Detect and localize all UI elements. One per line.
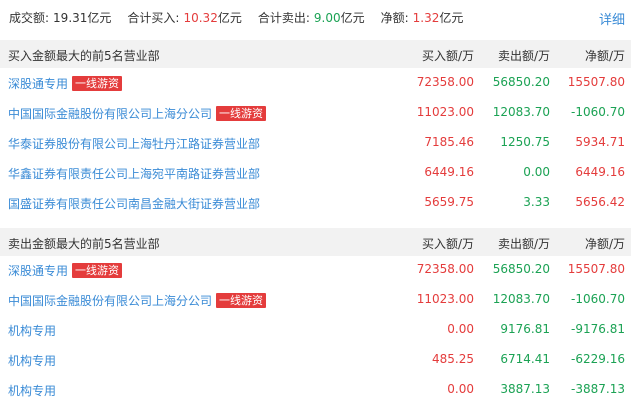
- net-amount-cell: 5656.42: [575, 195, 625, 209]
- table-row: 机构专用 0.00 3887.13 -3887.13: [0, 374, 631, 401]
- buy-amount-cell: 5659.75: [424, 195, 474, 209]
- turnover-value: 19.31: [53, 10, 88, 25]
- broker-name-link[interactable]: 深股通专用: [8, 262, 68, 279]
- buy-amount-cell: 72358.00: [416, 75, 474, 89]
- net-amount-cell: 6449.16: [575, 165, 625, 179]
- turnover-stat: 成交额: 19.31亿元: [9, 9, 111, 26]
- hot-money-badge: 一线游资: [72, 263, 123, 278]
- sell-amount-cell: 56850.20: [492, 75, 550, 89]
- sell-section-title: 卖出金额最大的前5名营业部: [8, 237, 160, 251]
- total-sell-label: 合计卖出:: [257, 10, 310, 25]
- buy-section-title: 买入金额最大的前5名营业部: [8, 49, 160, 63]
- broker-cell: 机构专用: [8, 352, 56, 369]
- turnover-unit: 亿元: [87, 10, 112, 25]
- net-amount-cell: 15507.80: [567, 75, 625, 89]
- broker-name-link[interactable]: 机构专用: [8, 352, 56, 369]
- table-row: 深股通专用 一线游资 72358.00 56850.20 15507.80: [0, 254, 631, 284]
- broker-name-link[interactable]: 国盛证券有限责任公司南昌金融大街证券营业部: [8, 195, 260, 212]
- total-sell-unit: 亿元: [340, 10, 365, 25]
- net-stat: 净额: 1.32亿元: [381, 9, 464, 26]
- net-amount-cell: -6229.16: [571, 352, 625, 366]
- net-amount-cell: -9176.81: [571, 322, 625, 336]
- broker-cell: 华泰证券股份有限公司上海牡丹江路证券营业部: [8, 135, 260, 152]
- sell-col-sell-header: 卖出额/万: [497, 237, 550, 251]
- table-row: 华鑫证券有限责任公司上海宛平南路证券营业部 6449.16 0.00 6449.16: [0, 157, 631, 187]
- sell-amount-cell: 12083.70: [492, 292, 550, 306]
- buy-amount-cell: 6449.16: [424, 165, 474, 179]
- buy-amount-cell: 485.25: [432, 352, 474, 366]
- summary-bar: 成交额: 19.31亿元 合计买入: 10.32亿元 合计卖出: 9.00亿元 净额:…: [0, 0, 631, 34]
- broker-name-link[interactable]: 中国国际金融股份有限公司上海分公司: [8, 292, 212, 309]
- table-row: 国盛证券有限责任公司南昌金融大街证券营业部 5659.75 3.33 5656.42: [0, 187, 631, 217]
- sell-amount-cell: 3887.13: [500, 382, 550, 396]
- broker-cell: 机构专用: [8, 322, 56, 339]
- table-row: 中国国际金融股份有限公司上海分公司 一线游资 11023.00 12083.70 -10…: [0, 284, 631, 314]
- net-amount-cell: -1060.70: [571, 105, 625, 119]
- sell-amount-cell: 56850.20: [492, 262, 550, 276]
- sell-amount-cell: 1250.75: [500, 135, 550, 149]
- broker-cell: 机构专用: [8, 382, 56, 399]
- broker-cell: 中国国际金融股份有限公司上海分公司 一线游资: [8, 105, 267, 122]
- buy-col-buy-header: 买入额/万: [421, 49, 474, 63]
- broker-name-link[interactable]: 中国国际金融股份有限公司上海分公司: [8, 105, 212, 122]
- broker-name-link[interactable]: 机构专用: [8, 322, 56, 339]
- total-buy-unit: 亿元: [217, 10, 242, 25]
- table-row: 中国国际金融股份有限公司上海分公司 一线游资 11023.00 12083.70 -10…: [0, 97, 631, 127]
- table-row: 深股通专用 一线游资 72358.00 56850.20 15507.80: [0, 67, 631, 97]
- broker-cell: 中国国际金融股份有限公司上海分公司 一线游资: [8, 292, 267, 309]
- broker-name-link[interactable]: 华鑫证券有限责任公司上海宛平南路证券营业部: [8, 165, 260, 182]
- total-buy-value: 10.32: [183, 10, 218, 25]
- sell-amount-cell: 6714.41: [500, 352, 550, 366]
- buy-amount-cell: 0.00: [447, 382, 474, 396]
- sell-amount-cell: 9176.81: [500, 322, 550, 336]
- total-buy-label: 合计买入:: [127, 10, 180, 25]
- broker-name-link[interactable]: 深股通专用: [8, 75, 68, 92]
- broker-cell: 国盛证券有限责任公司南昌金融大街证券营业部: [8, 195, 260, 212]
- buy-amount-cell: 11023.00: [416, 292, 474, 306]
- net-amount-cell: 5934.71: [575, 135, 625, 149]
- hot-money-badge: 一线游资: [216, 293, 267, 308]
- buy-col-sell-header: 卖出额/万: [497, 49, 550, 63]
- table-row: 机构专用 485.25 6714.41 -6229.16: [0, 344, 631, 374]
- total-sell-stat: 合计卖出: 9.00亿元: [258, 9, 365, 26]
- net-value: 1.32: [412, 10, 440, 25]
- sell-section-header: 卖出金额最大的前5名营业部 买入额/万 卖出额/万 净额/万: [0, 228, 631, 256]
- buy-amount-cell: 11023.00: [416, 105, 474, 119]
- buy-amount-cell: 72358.00: [416, 262, 474, 276]
- total-buy-stat: 合计买入: 10.32亿元: [127, 9, 241, 26]
- buy-amount-cell: 0.00: [447, 322, 474, 336]
- broker-name-link[interactable]: 华泰证券股份有限公司上海牡丹江路证券营业部: [8, 135, 260, 152]
- broker-cell: 华鑫证券有限责任公司上海宛平南路证券营业部: [8, 165, 260, 182]
- net-amount-cell: -3887.13: [571, 382, 625, 396]
- sell-col-net-header: 净额/万: [584, 237, 625, 251]
- broker-name-link[interactable]: 机构专用: [8, 382, 56, 399]
- broker-cell: 深股通专用 一线游资: [8, 75, 123, 92]
- turnover-label: 成交额:: [9, 10, 50, 25]
- buy-section-header: 买入金额最大的前5名营业部 买入额/万 卖出额/万 净额/万: [0, 40, 631, 68]
- table-row: 华泰证券股份有限公司上海牡丹江路证券营业部 7185.46 1250.75 5934.…: [0, 127, 631, 157]
- buy-col-net-header: 净额/万: [584, 49, 625, 63]
- buy-amount-cell: 7185.46: [424, 135, 474, 149]
- hot-money-badge: 一线游资: [216, 106, 267, 121]
- net-amount-cell: 15507.80: [567, 262, 625, 276]
- sell-amount-cell: 12083.70: [492, 105, 550, 119]
- sell-col-buy-header: 买入额/万: [421, 237, 474, 251]
- table-row: 机构专用 0.00 9176.81 -9176.81: [0, 314, 631, 344]
- net-unit: 亿元: [439, 10, 464, 25]
- net-amount-cell: -1060.70: [571, 292, 625, 306]
- detail-link[interactable]: 详细: [599, 9, 625, 28]
- sell-amount-cell: 0.00: [523, 165, 550, 179]
- sell-amount-cell: 3.33: [523, 195, 550, 209]
- total-sell-value: 9.00: [313, 10, 341, 25]
- broker-cell: 深股通专用 一线游资: [8, 262, 123, 279]
- net-label: 净额:: [380, 10, 409, 25]
- hot-money-badge: 一线游资: [72, 76, 123, 91]
